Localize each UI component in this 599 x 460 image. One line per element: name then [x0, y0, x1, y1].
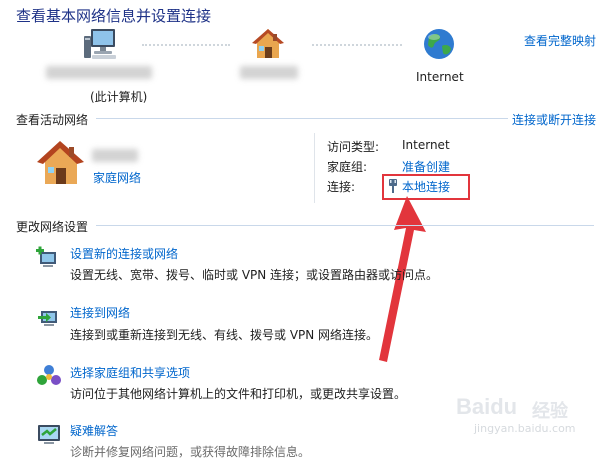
access-type-label: 访问类型:: [327, 140, 380, 154]
change-settings-heading: 更改网络设置: [16, 220, 89, 234]
task-description: 访问位于其他网络计算机上的文件和打印机，或更改共享设置。: [70, 387, 407, 401]
globe-icon[interactable]: [421, 26, 457, 62]
home-network-icon[interactable]: [34, 138, 88, 188]
baidu-watermark-url: jingyan.baidu.com: [474, 422, 576, 435]
connect-disconnect-link[interactable]: 连接或断开连接: [512, 111, 596, 128]
section-divider: [96, 225, 594, 226]
connection-label: 连接:: [327, 180, 356, 194]
computer-name-redacted: [46, 66, 152, 79]
task-description: 连接到或重新连接到无线、有线、拨号或 VPN 网络连接。: [70, 328, 379, 342]
troubleshoot-link[interactable]: 疑难解答: [70, 422, 118, 439]
troubleshoot-icon[interactable]: [36, 422, 62, 446]
task-description: 诊断并修复网络问题，或获得故障排除信息。: [70, 445, 311, 459]
internet-label: Internet: [416, 70, 464, 84]
page-title: 查看基本网络信息并设置连接: [16, 7, 212, 25]
task-description: 设置无线、宽带、拨号、临时或 VPN 连接；或设置路由器或访问点。: [70, 268, 439, 282]
view-full-map-link[interactable]: 查看完整映射: [524, 32, 596, 49]
homegroup-sharing-icon[interactable]: [36, 364, 62, 388]
active-networks-heading: 查看活动网络: [16, 113, 89, 127]
access-type-value: Internet: [402, 138, 450, 152]
new-connection-icon[interactable]: [34, 246, 60, 270]
house-icon[interactable]: [250, 26, 286, 62]
homegroup-link[interactable]: 准备创建: [402, 158, 450, 175]
map-link-line: [312, 44, 402, 46]
computer-icon[interactable]: [80, 24, 120, 64]
connect-to-network-link[interactable]: 连接到网络: [70, 304, 130, 321]
home-network-link[interactable]: 家庭网络: [93, 169, 141, 186]
network-name-redacted: [92, 149, 138, 162]
map-link-line: [142, 44, 230, 46]
section-divider: [96, 118, 508, 119]
homegroup-label: 家庭组:: [327, 160, 368, 174]
baidu-watermark-brand: Baidu: [456, 394, 518, 419]
this-computer-label: (此计算机): [90, 90, 148, 104]
baidu-watermark-suffix: 经验: [532, 401, 568, 422]
setup-new-connection-link[interactable]: 设置新的连接或网络: [70, 245, 178, 262]
homegroup-sharing-link[interactable]: 选择家庭组和共享选项: [70, 364, 190, 381]
network-name-redacted: [240, 66, 298, 79]
vertical-divider: [314, 133, 315, 203]
connect-network-icon[interactable]: [36, 305, 62, 329]
